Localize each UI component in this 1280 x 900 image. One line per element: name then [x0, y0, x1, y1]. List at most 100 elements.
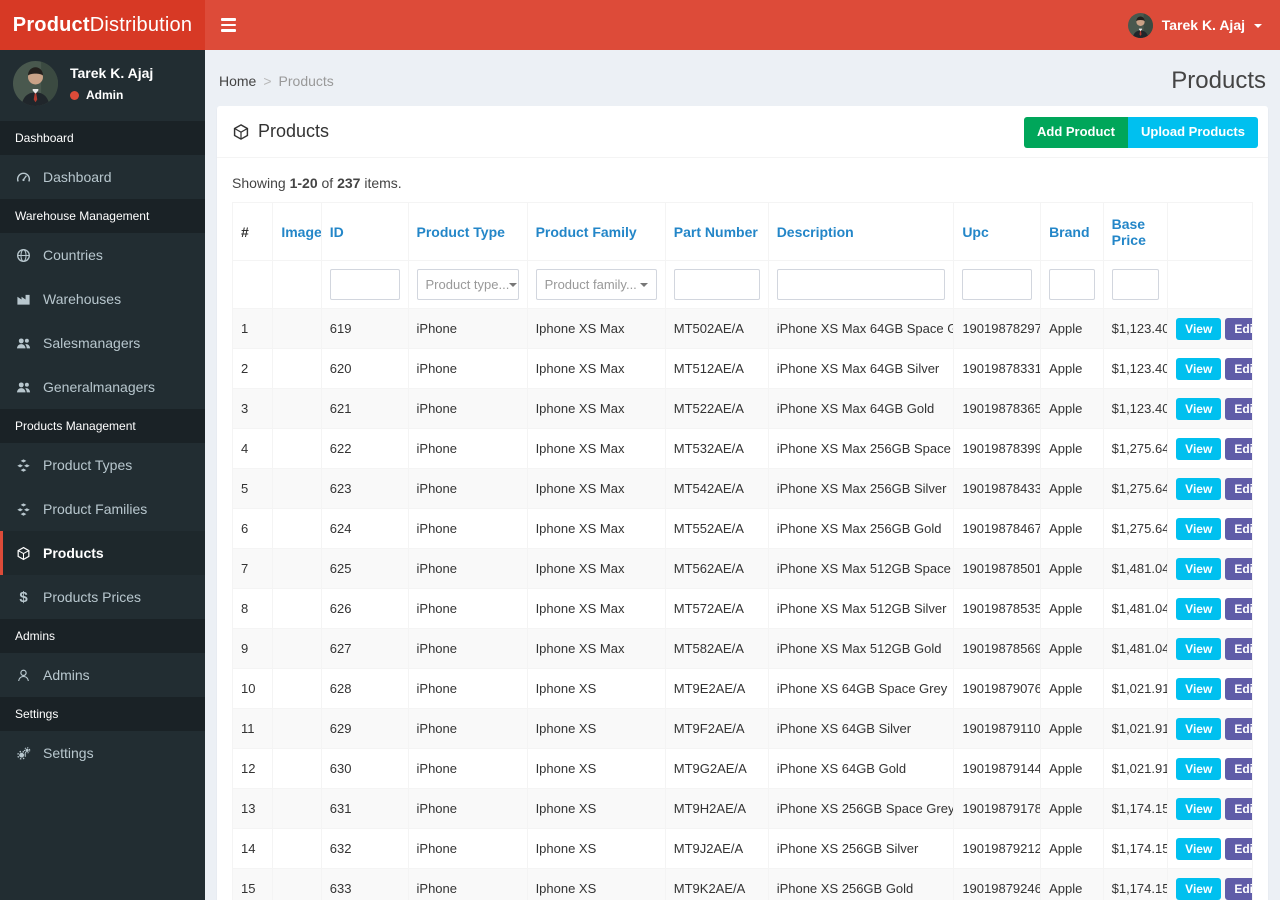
column-header-base-price[interactable]: Base Price	[1102, 202, 1169, 261]
product-type-cell: iPhone	[407, 388, 528, 429]
breadcrumb-home-link[interactable]: Home	[219, 73, 256, 89]
sidebar-item-products-prices[interactable]: $ Products Prices	[0, 575, 205, 619]
view-button[interactable]: View	[1176, 877, 1222, 900]
table-row: 5 623 iPhone Iphone XS Max MT542AE/A iPhone X…	[231, 468, 1253, 509]
column-header-image[interactable]: Image	[272, 202, 322, 261]
upload-products-button[interactable]: Upload Products	[1127, 117, 1258, 148]
avatar	[1127, 12, 1153, 38]
view-button[interactable]: View	[1176, 837, 1222, 860]
dollar-icon: $	[19, 588, 28, 606]
user-icon	[15, 668, 32, 683]
view-button[interactable]: View	[1176, 557, 1222, 580]
row-index: 15	[231, 868, 274, 900]
view-button[interactable]: View	[1176, 397, 1222, 420]
column-header-product-type[interactable]: Product Type	[407, 202, 528, 261]
products-table: # Image ID Product Type Product Family Part N…	[231, 202, 1253, 900]
id-filter-input[interactable]	[329, 269, 400, 300]
brand-filter-input[interactable]	[1049, 269, 1095, 300]
id-cell: 619	[320, 308, 409, 349]
edit-button[interactable]: Edit	[1225, 437, 1252, 460]
edit-button[interactable]: Edit	[1225, 397, 1252, 420]
view-button[interactable]: View	[1176, 357, 1222, 380]
view-button[interactable]: View	[1176, 757, 1222, 780]
edit-button[interactable]: Edit	[1225, 677, 1252, 700]
view-button[interactable]: View	[1176, 797, 1222, 820]
actions-cell: ViewEdit	[1167, 748, 1253, 789]
part-number-filter-input[interactable]	[673, 269, 760, 300]
part-number-cell: MT9G2AE/A	[664, 748, 769, 789]
brand-cell: Apple	[1040, 468, 1104, 509]
product-family-filter-placeholder: Product family...	[544, 277, 637, 292]
image-cell	[272, 428, 322, 469]
sidebar-item-admins[interactable]: Admins	[0, 653, 205, 697]
edit-button[interactable]: Edit	[1225, 877, 1252, 900]
app-logo[interactable]: Product Distribution	[0, 0, 205, 50]
view-button[interactable]: View	[1176, 517, 1222, 540]
actions-cell: ViewEdit	[1167, 668, 1253, 709]
column-header-product-family[interactable]: Product Family	[526, 202, 666, 261]
sidebar-item-settings[interactable]: Settings	[0, 731, 205, 775]
brand-cell: Apple	[1040, 748, 1104, 789]
globe-icon	[15, 248, 32, 263]
sidebar-toggle-button[interactable]	[205, 0, 251, 50]
add-product-button[interactable]: Add Product	[1023, 117, 1128, 148]
user-menu[interactable]: Tarek K. Ajaj	[1110, 0, 1280, 50]
sidebar-item-products[interactable]: Products	[0, 531, 205, 575]
sidebar-item-salesmanagers[interactable]: Salesmanagers	[0, 321, 205, 365]
sidebar-item-label: Dashboard	[43, 169, 112, 185]
image-cell	[272, 708, 322, 749]
part-number-cell: MT502AE/A	[664, 308, 769, 349]
column-header-description[interactable]: Description	[767, 202, 955, 261]
edit-button[interactable]: Edit	[1225, 357, 1252, 380]
part-number-cell: MT512AE/A	[664, 348, 769, 389]
edit-button[interactable]: Edit	[1225, 797, 1252, 820]
sidebar-item-product-types[interactable]: Product Types	[0, 443, 205, 487]
edit-button[interactable]: Edit	[1225, 637, 1252, 660]
view-button[interactable]: View	[1176, 637, 1222, 660]
results-summary: Showing 1-20 of 237 items.	[232, 175, 402, 191]
edit-button[interactable]: Edit	[1225, 317, 1252, 340]
column-header-brand[interactable]: Brand	[1040, 202, 1104, 261]
view-button[interactable]: View	[1176, 317, 1222, 340]
sidebar-user-role-label: Admin	[86, 88, 124, 102]
view-button[interactable]: View	[1176, 717, 1222, 740]
description-cell: iPhone XS 64GB Gold	[767, 748, 955, 789]
sidebar-item-product-families[interactable]: Product Families	[0, 487, 205, 531]
base-price-cell: $1,123.40	[1102, 308, 1169, 349]
upc-cell: 190198785350	[953, 588, 1042, 629]
upc-cell: 190198783998	[953, 428, 1042, 469]
id-cell: 627	[320, 628, 409, 669]
edit-button[interactable]: Edit	[1225, 477, 1252, 500]
sidebar-item-dashboard[interactable]: Dashboard	[0, 155, 205, 199]
actions-cell: ViewEdit	[1167, 388, 1253, 429]
edit-button[interactable]: Edit	[1225, 597, 1252, 620]
product-family-cell: Iphone XS Max	[526, 308, 666, 349]
sidebar-item-countries[interactable]: Countries	[0, 233, 205, 277]
sidebar-item-generalmanagers[interactable]: Generalmanagers	[0, 365, 205, 409]
base-price-cell: $1,123.40	[1102, 388, 1169, 429]
edit-button[interactable]: Edit	[1225, 757, 1252, 780]
product-family-filter[interactable]: Product family...	[535, 269, 657, 300]
view-button[interactable]: View	[1176, 437, 1222, 460]
view-button[interactable]: View	[1176, 677, 1222, 700]
row-index: 14	[231, 828, 274, 869]
table-row: 4 622 iPhone Iphone XS Max MT532AE/A iPhone X…	[231, 428, 1253, 469]
column-header-part-number[interactable]: Part Number	[664, 202, 769, 261]
upc-filter-input[interactable]	[962, 269, 1033, 300]
sidebar: Tarek K. Ajaj Admin Dashboard Dashboard Wa…	[0, 50, 205, 900]
column-header-id[interactable]: ID	[320, 202, 409, 261]
edit-button[interactable]: Edit	[1225, 837, 1252, 860]
edit-button[interactable]: Edit	[1225, 717, 1252, 740]
base-price-filter-input[interactable]	[1111, 269, 1160, 300]
edit-button[interactable]: Edit	[1225, 557, 1252, 580]
content-header: Home > Products Products	[205, 50, 1280, 106]
edit-button[interactable]: Edit	[1225, 517, 1252, 540]
description-filter-input[interactable]	[776, 269, 946, 300]
view-button[interactable]: View	[1176, 477, 1222, 500]
part-number-cell: MT9K2AE/A	[664, 868, 769, 900]
brand-cell: Apple	[1040, 788, 1104, 829]
column-header-upc[interactable]: Upc	[953, 202, 1042, 261]
product-type-filter[interactable]: Product type...	[416, 269, 519, 300]
view-button[interactable]: View	[1176, 597, 1222, 620]
sidebar-item-warehouses[interactable]: Warehouses	[0, 277, 205, 321]
